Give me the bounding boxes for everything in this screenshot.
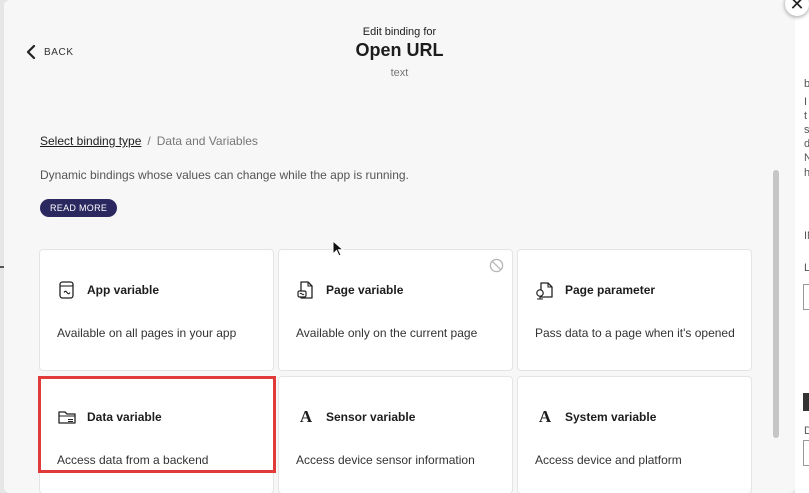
page-parameter-icon <box>536 282 553 300</box>
card-title: Data variable <box>87 410 162 424</box>
card-title: App variable <box>87 283 160 297</box>
read-more-button[interactable]: READ MORE <box>40 199 118 217</box>
background-input[interactable] <box>803 284 809 310</box>
card-header: App variable <box>57 280 159 300</box>
background-text: D <box>804 425 809 437</box>
background-app-panel <box>795 0 809 493</box>
binding-card-page-variable[interactable]: Page variable Available only on the curr… <box>279 250 512 370</box>
background-input[interactable] <box>803 440 809 466</box>
card-description: Access device sensor information <box>296 453 475 467</box>
background-text: h <box>804 167 809 179</box>
binding-card-data-variable[interactable]: Data variable Access data from a backend <box>40 377 273 493</box>
breadcrumb-current: Data and Variables <box>156 134 258 148</box>
card-header: Data variable <box>57 407 162 427</box>
letter-a-icon: A <box>299 407 313 426</box>
letter-a-icon: A <box>538 407 552 426</box>
card-description: Pass data to a page when it's opened <box>535 326 735 340</box>
edit-binding-dialog: BACK Edit binding for Open URL text Sele… <box>4 0 795 493</box>
background-text: L <box>804 262 809 274</box>
close-icon: ✕ <box>789 0 805 14</box>
binding-card-sensor-variable[interactable]: A Sensor variable Access device sensor i… <box>279 377 512 493</box>
card-header: A System variable <box>535 407 657 427</box>
background-text: I <box>804 96 808 108</box>
card-header: Page parameter <box>535 280 655 300</box>
breadcrumb-separator: / <box>147 134 151 148</box>
background-text: d <box>804 138 809 150</box>
card-title: Sensor variable <box>326 410 416 424</box>
dialog-subtitle: Edit binding for <box>362 26 437 38</box>
breadcrumb-select-binding-type[interactable]: Select binding type <box>40 134 141 148</box>
folder-icon <box>58 411 76 424</box>
background-text: s <box>804 124 809 136</box>
card-title: Page parameter <box>565 283 656 297</box>
card-description: Access data from a backend <box>57 453 209 467</box>
breadcrumb: Select binding type / Data and Variables <box>40 134 258 148</box>
card-header: Page variable <box>296 280 403 300</box>
block-icon <box>489 258 504 273</box>
dialog-title: Open URL <box>355 40 444 60</box>
card-description: Available only on the current page <box>296 326 478 340</box>
card-description: Available on all pages in your app <box>57 326 237 340</box>
background-button[interactable] <box>803 393 809 411</box>
card-header: A Sensor variable <box>296 407 416 427</box>
card-title: Page variable <box>326 283 404 297</box>
card-description: Access device and platform <box>535 453 682 467</box>
dialog-header: Edit binding for Open URL text <box>4 26 795 79</box>
page-variable-icon <box>297 281 313 299</box>
binding-card-app-variable[interactable]: App variable Available on all pages in y… <box>40 250 273 370</box>
scrollbar[interactable] <box>773 170 779 438</box>
background-text: IN <box>804 230 809 242</box>
section-description: Dynamic bindings whose values can change… <box>40 168 409 182</box>
mouse-cursor-icon <box>332 240 344 257</box>
background-text: N <box>804 152 809 164</box>
binding-card-system-variable[interactable]: A System variable Access device and plat… <box>518 377 751 493</box>
card-title: System variable <box>565 410 657 424</box>
binding-card-page-parameter[interactable]: Page parameter Pass data to a page when … <box>518 250 751 370</box>
binding-value-type: text <box>390 67 409 79</box>
app-variable-icon <box>59 281 74 299</box>
background-text: b <box>804 78 809 90</box>
background-text: t <box>804 110 808 122</box>
